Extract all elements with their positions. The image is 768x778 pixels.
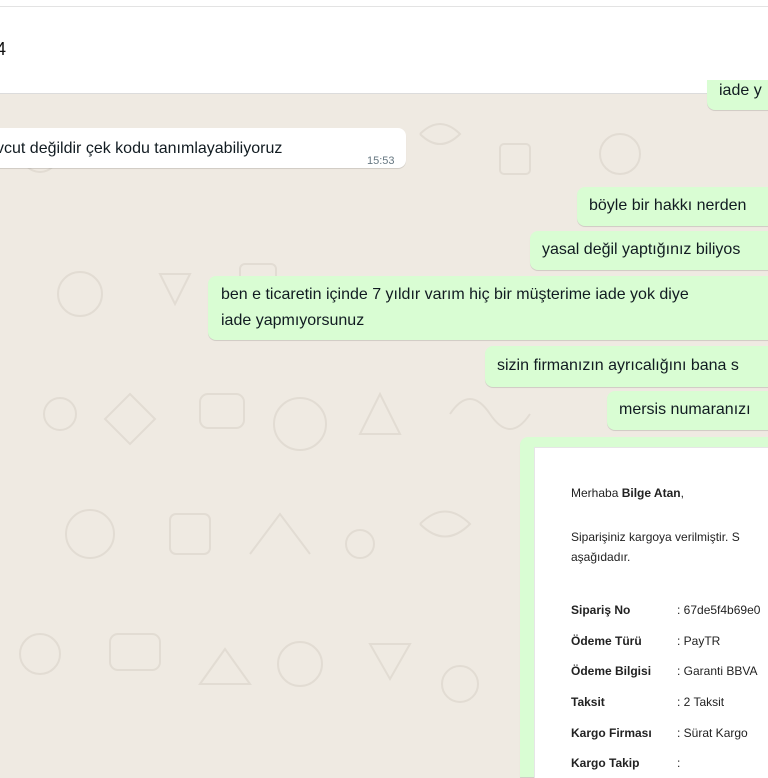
row-value: : Garanti BBVA xyxy=(677,664,758,678)
row-label: Sipariş No xyxy=(571,603,631,617)
message-outgoing[interactable]: iade y xyxy=(707,80,768,110)
row-label: Ödeme Bilgisi xyxy=(571,664,652,678)
message-text: iade y xyxy=(719,82,762,99)
customer-name: Bilge Atan xyxy=(621,486,681,500)
email-notice: Siparişiniz kargoya verilmiştir. S aşağı… xyxy=(571,527,768,567)
row-value: : Sürat Kargo xyxy=(677,726,748,740)
message-text: böyle bir hakkı nerden xyxy=(589,197,747,214)
email-screenshot-image: Merhaba Bilge Atan, Siparişiniz kargoya … xyxy=(534,447,768,778)
row-value: : 67de5f4b69e0 xyxy=(677,603,761,617)
message-incoming[interactable]: vcut değildir çek kodu tanımlayabiliyoru… xyxy=(0,128,406,168)
message-outgoing[interactable]: ben e ticaretin içinde 7 yıldır varım hi… xyxy=(208,276,768,340)
message-text-line1: ben e ticaretin içinde 7 yıldır varım hi… xyxy=(221,286,689,303)
image-message[interactable]: Merhaba Bilge Atan, Siparişiniz kargoya … xyxy=(520,437,768,778)
row-value: : PayTR xyxy=(677,634,721,648)
message-time: 15:53 xyxy=(367,155,395,167)
window-top-strip xyxy=(0,0,768,7)
message-text: vcut değildir çek kodu tanımlayabiliyoru… xyxy=(0,140,283,157)
message-outgoing[interactable]: yasal değil yaptığınız biliyos xyxy=(530,231,768,270)
row-label: Kargo Firması xyxy=(571,726,652,740)
message-outgoing[interactable]: sizin firmanızın ayrıcalığını bana s xyxy=(485,346,768,387)
message-text-line2: iade yapmıyorsunuz xyxy=(221,312,365,329)
message-outgoing[interactable]: böyle bir hakkı nerden xyxy=(577,187,768,226)
chat-header[interactable]: 4 xyxy=(0,7,768,94)
notice-line-2: aşağıdadır. xyxy=(571,550,631,564)
message-text: mersis numaranızı xyxy=(619,401,751,418)
row-value: : 2 Taksit xyxy=(677,695,725,709)
email-greeting: Merhaba Bilge Atan, xyxy=(571,486,684,500)
notice-line-1: Siparişiniz kargoya verilmiştir. S xyxy=(571,530,740,544)
message-outgoing[interactable]: mersis numaranızı xyxy=(607,391,768,430)
message-text: sizin firmanızın ayrıcalığını bana s xyxy=(497,357,739,374)
chat-title: 4 xyxy=(0,39,7,59)
message-text: yasal değil yaptığınız biliyos xyxy=(542,241,741,258)
row-label: Ödeme Türü xyxy=(571,634,642,648)
row-label: Taksit xyxy=(571,695,605,709)
greeting-prefix: Merhaba xyxy=(571,486,622,500)
greeting-suffix: , xyxy=(680,486,684,500)
